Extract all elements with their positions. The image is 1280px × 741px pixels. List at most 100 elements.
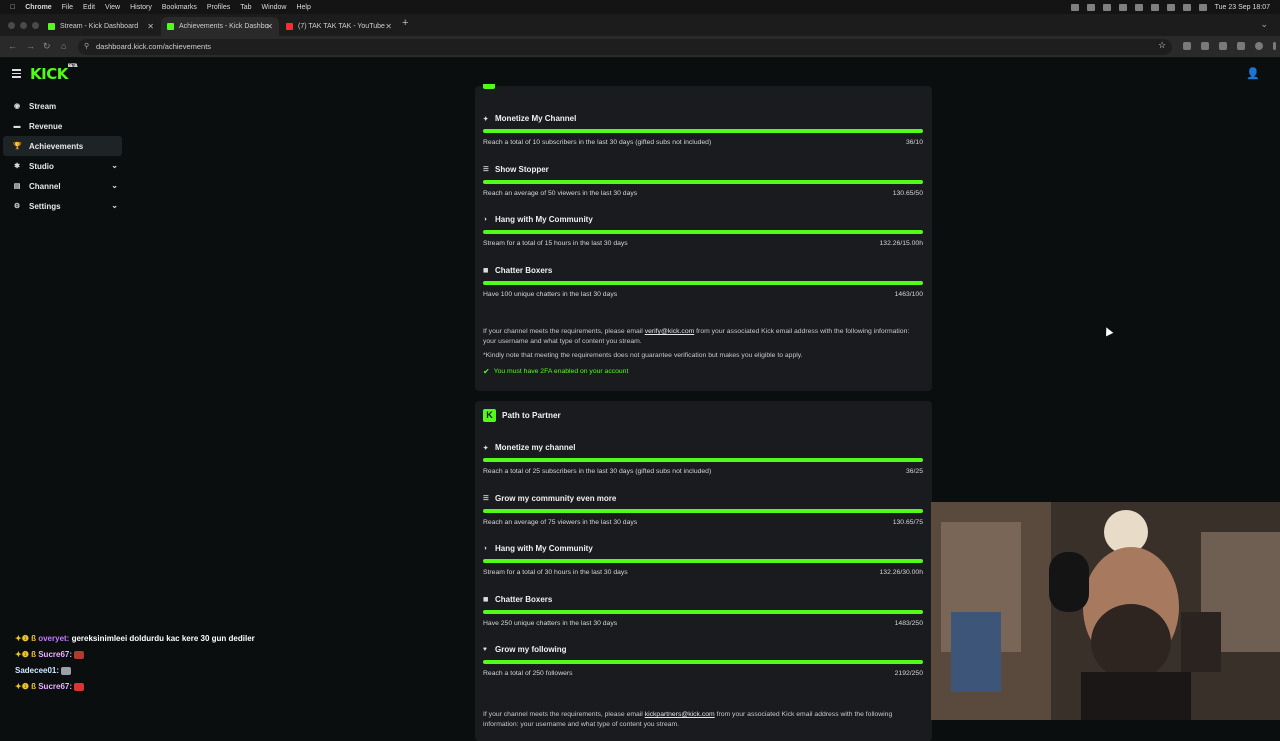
youtube-icon: [286, 23, 293, 30]
extension-icon[interactable]: [1219, 42, 1227, 50]
close-tab-icon[interactable]: ✕: [385, 22, 392, 31]
chat-badges-icon: ✦❶ ß: [15, 682, 39, 691]
menu-profiles[interactable]: Profiles: [207, 4, 230, 11]
kick-icon: [167, 23, 174, 30]
achievement-row: ◼ Chatter Boxers Have 100 unique chatters …: [475, 266, 932, 317]
apple-icon[interactable]: : [10, 4, 15, 11]
trophy-icon: 🏆: [13, 143, 22, 150]
achievement-title: ◼ Chatter Boxers: [483, 265, 553, 275]
address-bar[interactable]: ⚲ dashboard.kick.com/achievements: [78, 39, 1172, 55]
bluetooth-icon[interactable]: [1166, 3, 1175, 11]
hang-icon: ◑: [483, 216, 487, 224]
close-tab-icon[interactable]: ✕: [266, 22, 273, 31]
control-center-icon[interactable]: [1198, 3, 1207, 11]
studio-icon: ✱: [14, 163, 20, 170]
status-icon[interactable]: [1102, 3, 1111, 11]
chevron-down-icon[interactable]: ⌄: [111, 161, 118, 170]
tab-title: Achievements - Kick Dashbo: [179, 23, 269, 30]
user-avatar[interactable]: 👤: [1246, 67, 1260, 81]
reload-icon[interactable]: ↻: [43, 41, 51, 52]
battery-icon[interactable]: [1182, 3, 1191, 11]
extension-icon[interactable]: [1201, 42, 1209, 50]
menu-window[interactable]: Window: [262, 4, 287, 11]
sidebar-item-achievements[interactable]: 🏆 Achievements: [3, 136, 122, 156]
menu-file[interactable]: File: [62, 4, 73, 11]
sidebar-item-label: Studio: [29, 161, 54, 171]
sidebar: ◉ Stream ▬ Revenue 🏆 Achievements ✱ Studio ⌄ ▤ Cha…: [0, 96, 130, 216]
monetize-icon: ✦: [483, 444, 489, 452]
wifi-icon[interactable]: [1134, 3, 1143, 11]
mouse-cursor: [1102, 325, 1114, 337]
achievement-row: ◑ Hang with My Community Stream for a tota…: [475, 544, 932, 595]
hamburger-menu-icon[interactable]: [12, 69, 21, 80]
verify-email-link[interactable]: verify@kick.com: [645, 328, 695, 335]
sidebar-item-channel[interactable]: ▤ Channel ⌄: [3, 176, 122, 196]
browser-tabbar: Stream - Kick Dashboard ✕ Achievements -…: [0, 14, 1280, 36]
kick-logo[interactable]: KICKBETA: [30, 63, 78, 83]
sidebar-item-revenue[interactable]: ▬ Revenue: [3, 116, 122, 136]
minimize-window-icon[interactable]: [20, 22, 27, 29]
progress-bar: [483, 508, 923, 513]
tab-search-icon[interactable]: ⌄: [1260, 19, 1268, 30]
back-icon[interactable]: ←: [8, 41, 17, 51]
stream-icon: ◉: [13, 103, 21, 110]
achievement-value: 1463/100: [894, 290, 923, 298]
show-stopper-icon: ☰: [483, 166, 489, 174]
extension-icon[interactable]: [1183, 42, 1191, 50]
forward-icon[interactable]: →: [26, 41, 35, 51]
close-tab-icon[interactable]: ✕: [147, 22, 154, 31]
sidebar-item-stream[interactable]: ◉ Stream: [3, 96, 122, 116]
achievement-row: ◑ Hang with My Community Stream for a tota…: [475, 215, 932, 266]
section-title: Path to Partner: [502, 410, 561, 420]
bookmark-star-icon[interactable]: ☆: [1158, 40, 1166, 51]
chat-username[interactable]: Sadecee01:: [15, 666, 59, 675]
browser-tab[interactable]: Stream - Kick Dashboard ✕: [42, 17, 160, 36]
chat-username[interactable]: Sucre67:: [38, 650, 72, 659]
chat-icon: ◼: [483, 267, 489, 275]
status-icon[interactable]: [1086, 3, 1095, 11]
progress-bar: [483, 660, 923, 665]
menu-edit[interactable]: Edit: [83, 4, 95, 11]
grow-community-icon: ☰: [483, 495, 489, 503]
extension-icon[interactable]: [1237, 42, 1245, 50]
browser-tab[interactable]: (7) TAK TAK TAK - YouTube ✕: [280, 17, 398, 36]
achievement-title: ◑ Hang with My Community: [483, 215, 593, 225]
menu-help[interactable]: Help: [296, 4, 310, 11]
status-icon[interactable]: [1070, 3, 1079, 11]
menu-kebab-icon[interactable]: [1273, 42, 1276, 50]
requirement-2fa: ✔ You must have 2FA enabled on your accou…: [483, 367, 629, 376]
achievement-description: Reach a total of 25 subscribers in the l…: [483, 468, 712, 475]
chevron-down-icon[interactable]: ⌄: [111, 181, 118, 190]
achievement-row: ◼ Chatter Boxers Have 250 unique chatters …: [475, 595, 932, 646]
achievement-description: Stream for a total of 15 hours in the la…: [483, 240, 628, 248]
site-info-icon[interactable]: ⚲: [84, 39, 89, 55]
progress-bar: [483, 230, 923, 235]
menu-app-name[interactable]: Chrome: [25, 4, 51, 11]
menu-tab[interactable]: Tab: [240, 4, 251, 11]
kick-icon: K: [483, 408, 496, 422]
sidebar-item-settings[interactable]: ⚙ Settings ⌄: [3, 196, 122, 216]
chevron-down-icon[interactable]: ⌄: [111, 201, 118, 210]
achievement-description: Reach a total of 10 subscribers in the l…: [483, 139, 712, 146]
chat-username[interactable]: overyet:: [38, 634, 69, 643]
partner-card: K Path to Partner ✦ Monetize my channel Re…: [475, 401, 932, 741]
browser-tab-active[interactable]: Achievements - Kick Dashbo ✕: [161, 17, 279, 36]
menubar-clock[interactable]: Tue 23 Sep 18:07: [1215, 4, 1270, 11]
webcam-overlay: [931, 502, 1280, 720]
status-icon[interactable]: [1118, 3, 1127, 11]
menu-history[interactable]: History: [130, 4, 152, 11]
home-icon[interactable]: ⌂: [61, 41, 66, 51]
sidebar-item-studio[interactable]: ✱ Studio ⌄: [3, 156, 122, 176]
menu-bookmarks[interactable]: Bookmarks: [162, 4, 197, 11]
achievement-row: ✦ Monetize my channel Reach a total of 25 …: [475, 443, 932, 494]
volume-icon[interactable]: [1150, 3, 1159, 11]
zoom-window-icon[interactable]: [32, 22, 39, 29]
menu-view[interactable]: View: [105, 4, 120, 11]
close-window-icon[interactable]: [8, 22, 15, 29]
profile-icon[interactable]: [1255, 42, 1263, 50]
chat-username[interactable]: Sucre67:: [38, 682, 72, 691]
progress-bar: [483, 179, 923, 184]
new-tab-icon[interactable]: +: [402, 17, 408, 29]
partner-email-link[interactable]: kickpartners@kick.com: [645, 711, 715, 718]
chat-text: gereksinimleei doldurdu kac kere 30 gun …: [71, 634, 255, 643]
